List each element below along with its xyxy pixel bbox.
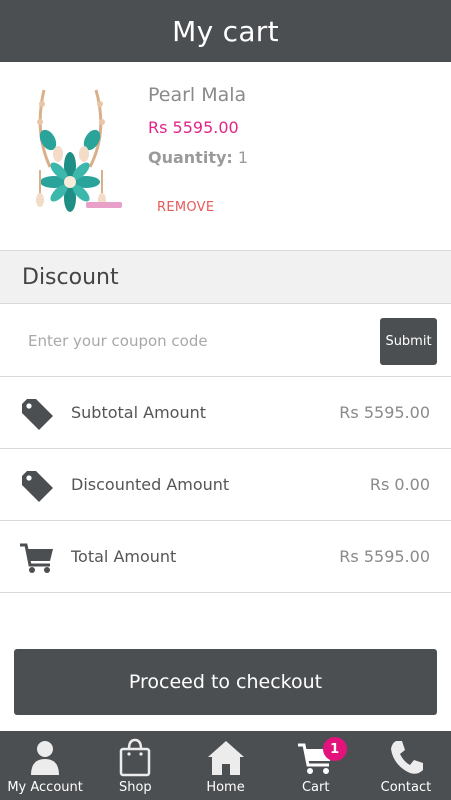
app-header: My cart <box>0 0 451 62</box>
discounted-label: Discounted Amount <box>71 475 230 494</box>
remove-button[interactable]: REMOVE <box>157 200 214 215</box>
tab-shop[interactable]: Shop <box>90 731 180 800</box>
shopping-cart-icon <box>20 543 53 573</box>
product-price: Rs 5595.00 <box>148 118 239 137</box>
discounted-value: Rs 0.00 <box>369 475 430 494</box>
quantity-label: Quantity: <box>148 148 233 167</box>
cart-count-badge: 1 <box>322 737 347 761</box>
price-tag-icon <box>22 471 53 502</box>
product-quantity: Quantity: 1 <box>148 148 248 167</box>
tab-label: Cart <box>301 780 330 795</box>
tab-label: Shop <box>118 780 152 795</box>
discount-section-header: Discount <box>0 251 451 304</box>
subtotal-label: Subtotal Amount <box>71 403 206 422</box>
product-image <box>36 89 122 212</box>
user-icon <box>31 741 60 775</box>
coupon-row: Submit <box>0 304 451 377</box>
tab-label: My Account <box>7 780 83 795</box>
total-row: Total Amount Rs 5595.00 <box>0 521 451 593</box>
total-value: Rs 5595.00 <box>339 547 430 566</box>
home-icon <box>207 741 244 775</box>
proceed-to-checkout-button[interactable]: Proceed to checkout <box>14 649 437 715</box>
total-label: Total Amount <box>71 547 177 566</box>
shopping-bag-icon <box>120 738 151 777</box>
quantity-value: 1 <box>237 148 249 167</box>
bottom-tab-bar: My Account Shop Home 1 Cart Contact <box>0 731 451 800</box>
page-title: My cart <box>172 14 279 48</box>
tab-label: Home <box>206 780 245 795</box>
tab-contact[interactable]: Contact <box>361 731 451 800</box>
subtotal-value: Rs 5595.00 <box>339 403 430 422</box>
tab-home[interactable]: Home <box>180 731 270 800</box>
phone-icon <box>390 741 423 774</box>
discounted-row: Discounted Amount Rs 0.00 <box>0 449 451 521</box>
product-name: Pearl Mala <box>148 84 247 106</box>
tab-cart[interactable]: 1 Cart <box>271 731 361 800</box>
coupon-submit-button[interactable]: Submit <box>380 318 437 365</box>
discount-heading: Discount <box>22 264 119 290</box>
tab-my-account[interactable]: My Account <box>0 731 90 800</box>
tab-label: Contact <box>380 780 432 795</box>
cart-item: Pearl Mala Rs 5595.00 Quantity: 1 REMOVE <box>0 62 451 251</box>
price-tag-icon <box>22 399 53 430</box>
subtotal-row: Subtotal Amount Rs 5595.00 <box>0 377 451 449</box>
coupon-input[interactable] <box>16 318 366 364</box>
